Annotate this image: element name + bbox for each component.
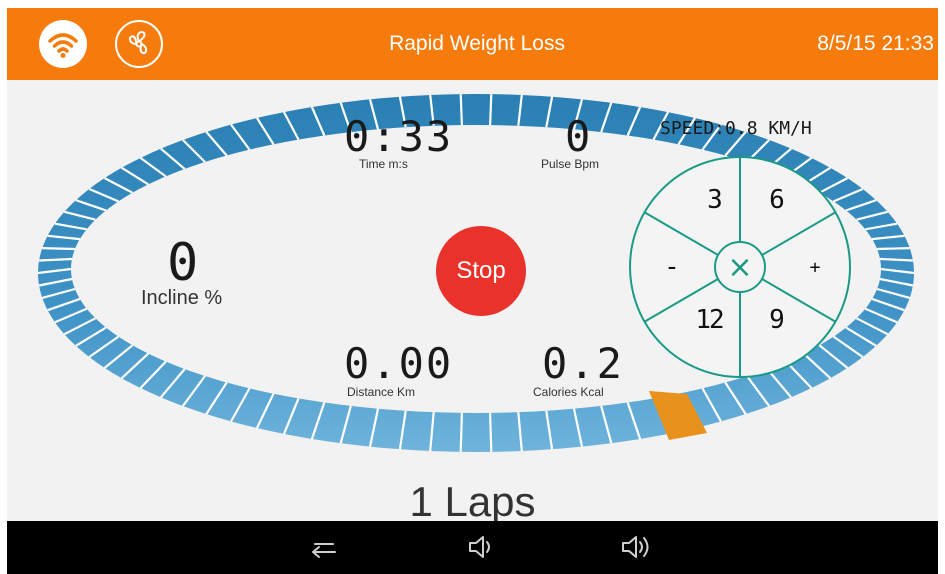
track-segment-divider bbox=[39, 257, 73, 262]
system-navbar bbox=[7, 521, 938, 574]
fan-icon[interactable] bbox=[115, 20, 163, 68]
stop-button[interactable]: Stop bbox=[436, 226, 526, 316]
back-icon[interactable] bbox=[303, 530, 343, 564]
volume-down-icon[interactable] bbox=[462, 530, 502, 564]
calories-value: 0.2 bbox=[542, 339, 624, 388]
pulse-label: Pulse Bpm bbox=[541, 157, 600, 171]
incline-label: Incline % bbox=[141, 287, 223, 309]
speed-key-3[interactable]: 3 bbox=[693, 178, 737, 222]
laps-counter: 1 Laps bbox=[409, 478, 536, 525]
workout-stage: 0:33 Time m:s 0 Pulse Bpm SPEED:0.8 KM/H… bbox=[7, 80, 938, 521]
speed-key-12[interactable]: 12 bbox=[687, 298, 731, 342]
distance-label: Distance Km bbox=[347, 385, 416, 399]
distance-value: 0.00 bbox=[344, 339, 454, 388]
track-segment-divider bbox=[877, 247, 910, 251]
time-label: Time m:s bbox=[359, 157, 408, 171]
track-segment-divider bbox=[459, 94, 463, 126]
track-segment-divider bbox=[42, 247, 75, 251]
time-value: 0:33 bbox=[344, 112, 454, 161]
speed-dial-close-icon[interactable]: × bbox=[718, 245, 762, 289]
speed-readout: SPEED:0.8 KM/H bbox=[660, 118, 812, 139]
calories-label: Calories Kcal bbox=[533, 385, 604, 399]
track-segment-divider bbox=[489, 94, 493, 126]
speed-increase-button[interactable]: + bbox=[793, 245, 837, 289]
volume-up-icon[interactable] bbox=[617, 530, 657, 564]
wifi-icon[interactable] bbox=[39, 20, 87, 68]
clock: 8/5/15 21:33 bbox=[817, 32, 934, 55]
program-title: Rapid Weight Loss bbox=[389, 32, 565, 55]
top-bar: Rapid Weight Loss 8/5/15 21:33 bbox=[7, 8, 938, 80]
pulse-value: 0 bbox=[565, 112, 593, 161]
speed-key-6[interactable]: 6 bbox=[755, 178, 799, 222]
track-segment-divider bbox=[489, 412, 493, 452]
speed-key-9[interactable]: 9 bbox=[755, 298, 799, 342]
incline-value: 0 bbox=[167, 233, 201, 293]
speed-decrease-button[interactable]: - bbox=[650, 245, 694, 289]
track-segment-divider bbox=[459, 412, 463, 452]
track-segment-divider bbox=[879, 257, 913, 262]
